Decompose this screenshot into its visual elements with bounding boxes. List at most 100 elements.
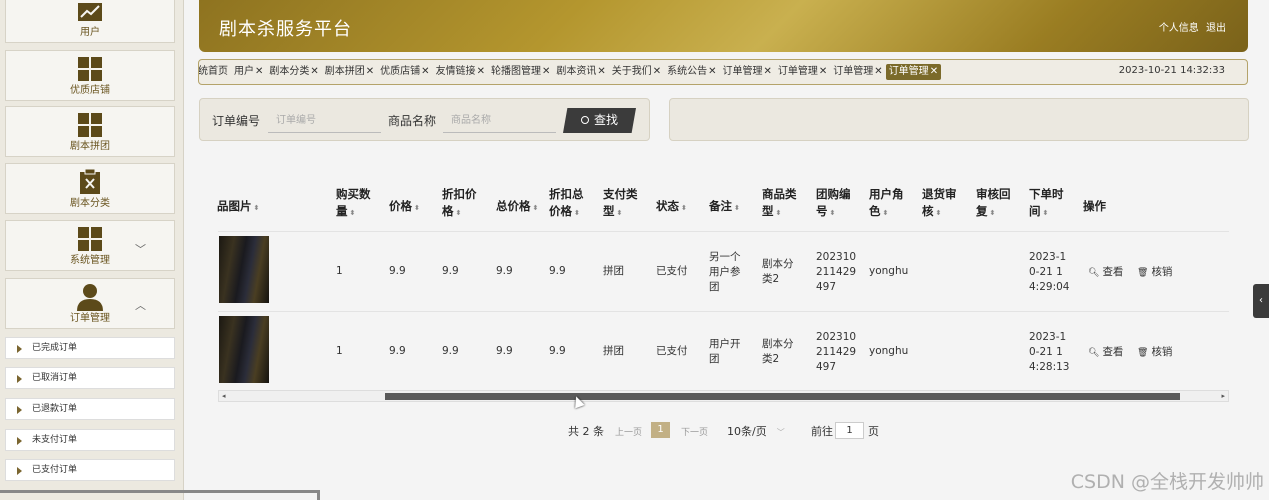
tab-item[interactable]: 统首页	[199, 64, 231, 80]
tab-item[interactable]: 优质店铺✕	[377, 64, 432, 80]
page-1-button[interactable]: 1	[651, 422, 670, 438]
close-icon[interactable]: ✕	[542, 66, 550, 77]
prev-page-button[interactable]: 上一页	[615, 425, 642, 438]
tab-item[interactable]: 订单管理✕	[885, 64, 942, 80]
tab-label: 订单管理	[777, 66, 818, 77]
page-size-select[interactable]: 10条/页 ﹀	[727, 423, 785, 439]
sort-icon[interactable]: ⬍	[254, 204, 260, 212]
close-icon[interactable]: ✕	[421, 66, 429, 77]
close-icon[interactable]: ✕	[310, 66, 318, 77]
tab-item[interactable]: 关于我们✕	[609, 64, 664, 80]
col-header-order-time[interactable]: 下单时间 ⬍	[1029, 186, 1064, 222]
next-page-button[interactable]: 下一页	[681, 425, 708, 438]
col-header-pay-type[interactable]: 支付类型 ⬍	[603, 186, 638, 222]
tab-item[interactable]: 轮播图管理✕	[488, 64, 553, 80]
scroll-left-icon[interactable]: ◂	[222, 391, 226, 401]
col-header-role[interactable]: 用户角色 ⬍	[869, 186, 904, 222]
col-header-return-review[interactable]: 退货审核 ⬍	[922, 186, 957, 222]
close-icon[interactable]: ✕	[366, 66, 374, 77]
close-icon[interactable]: ✕	[597, 66, 605, 77]
close-icon[interactable]: ✕	[708, 66, 716, 77]
sort-icon[interactable]: ⬍	[350, 209, 356, 217]
sort-icon[interactable]: ⬍	[883, 209, 889, 217]
app-header: 剧本杀服务平台 个人信息 退出	[199, 0, 1248, 52]
scroll-right-icon[interactable]: ▸	[1221, 391, 1225, 401]
view-button[interactable]: 🔍︎ 查看	[1088, 264, 1123, 279]
sidebar-item-shops[interactable]: 优质店铺	[5, 50, 175, 101]
sidebar-item-system[interactable]: 系统管理 ﹀	[5, 220, 175, 271]
total-count: 共 2 条	[568, 425, 604, 438]
sort-icon[interactable]: ⬍	[1043, 209, 1049, 217]
sidebar-subitem-unpaid[interactable]: 未支付订单	[5, 429, 175, 451]
action-panel	[669, 98, 1249, 141]
sidebar-item-categories[interactable]: 剧本分类	[5, 163, 175, 214]
logout-link[interactable]: 退出	[1206, 23, 1226, 34]
sort-icon[interactable]: ⬍	[414, 204, 420, 212]
close-icon[interactable]: ✕	[653, 66, 661, 77]
tab-label: 关于我们	[611, 66, 652, 77]
col-header-text: 折扣价	[442, 187, 477, 201]
sort-icon[interactable]: ⬍	[830, 209, 836, 217]
search-button[interactable]: 查找	[563, 108, 636, 133]
side-drawer-handle[interactable]: ‹	[1253, 284, 1269, 318]
sidebar-item-users[interactable]: 用户	[5, 0, 175, 43]
sort-icon[interactable]: ⬍	[574, 209, 580, 217]
sort-icon[interactable]: ⬍	[456, 209, 462, 217]
tab-item[interactable]: 系统公告✕	[664, 64, 719, 80]
sort-icon[interactable]: ⬍	[734, 204, 740, 212]
sidebar-item-group-buy[interactable]: 剧本拼团	[5, 106, 175, 157]
sidebar-subitem-completed[interactable]: 已完成订单	[5, 337, 175, 359]
horizontal-scrollbar[interactable]: ◂ ▸	[218, 390, 1229, 402]
close-icon[interactable]: ✕	[477, 66, 485, 77]
col-header-text: 总价格	[496, 199, 531, 213]
scrollbar-thumb[interactable]	[385, 393, 1180, 400]
col-header-group-no[interactable]: 团购编号 ⬍	[816, 186, 851, 222]
sidebar-subitem-refunded[interactable]: 已退款订单	[5, 398, 175, 420]
verify-button[interactable]: 🗑︎ 核销	[1137, 264, 1172, 279]
sidebar-item-label: 订单管理	[70, 313, 110, 324]
goto-input[interactable]: 1	[835, 422, 864, 439]
col-header-category[interactable]: 商品类型 ⬍	[762, 186, 797, 222]
tab-item[interactable]: 剧本分类✕	[266, 64, 321, 80]
product-name-input[interactable]	[443, 109, 556, 133]
sort-icon[interactable]: ⬍	[936, 209, 942, 217]
col-header-discount-total[interactable]: 折扣总 价格 ⬍	[549, 186, 584, 222]
sidebar-subitem-paid[interactable]: 已支付订单	[5, 459, 175, 481]
close-icon[interactable]: ✕	[874, 66, 882, 77]
cell-discount-price: 9.9	[442, 345, 459, 357]
col-header-discount-price[interactable]: 折扣价格 ⬍	[442, 186, 477, 222]
cell-line: 0-21 1	[1029, 345, 1063, 358]
sort-icon[interactable]: ⬍	[533, 204, 539, 212]
col-header-price[interactable]: 价格 ⬍	[389, 198, 420, 217]
sidebar-item-orders[interactable]: 订单管理 ︿	[5, 278, 175, 329]
sort-icon[interactable]: ⬍	[617, 209, 623, 217]
col-header-review-reply[interactable]: 审核回复 ⬍	[976, 186, 1011, 222]
col-header-remark[interactable]: 备注 ⬍	[709, 198, 740, 217]
col-header-text: 购买数	[336, 187, 371, 201]
close-icon[interactable]: ✕	[255, 66, 263, 77]
col-header-qty[interactable]: 购买数量 ⬍	[336, 186, 371, 222]
tab-item[interactable]: 订单管理✕	[775, 64, 830, 80]
col-header-image[interactable]: 品图片 ⬍	[217, 198, 259, 217]
search-button-label: 查找	[593, 113, 618, 127]
tab-item[interactable]: 订单管理✕	[720, 64, 775, 80]
sort-icon[interactable]: ⬍	[681, 204, 687, 212]
sort-icon[interactable]: ⬍	[990, 209, 996, 217]
col-header-total[interactable]: 总价格 ⬍	[496, 198, 538, 217]
tab-item[interactable]: 友情链接✕	[433, 64, 488, 80]
tab-item[interactable]: 剧本拼团✕	[322, 64, 377, 80]
tab-item[interactable]: 剧本资讯✕	[553, 64, 608, 80]
tab-item[interactable]: 订单管理✕	[830, 64, 885, 80]
order-no-input[interactable]	[268, 109, 381, 133]
col-header-status[interactable]: 状态 ⬍	[656, 198, 687, 217]
tab-label: 剧本拼团	[324, 66, 365, 77]
sort-icon[interactable]: ⬍	[776, 209, 782, 217]
tab-item[interactable]: 用户✕	[231, 64, 266, 80]
close-icon[interactable]: ✕	[930, 66, 938, 77]
close-icon[interactable]: ✕	[764, 66, 772, 77]
verify-button[interactable]: 🗑︎ 核销	[1137, 344, 1172, 359]
profile-link[interactable]: 个人信息	[1159, 23, 1199, 34]
close-icon[interactable]: ✕	[819, 66, 827, 77]
sidebar-subitem-cancelled[interactable]: 已取消订单	[5, 367, 175, 389]
view-button[interactable]: 🔍︎ 查看	[1088, 344, 1123, 359]
